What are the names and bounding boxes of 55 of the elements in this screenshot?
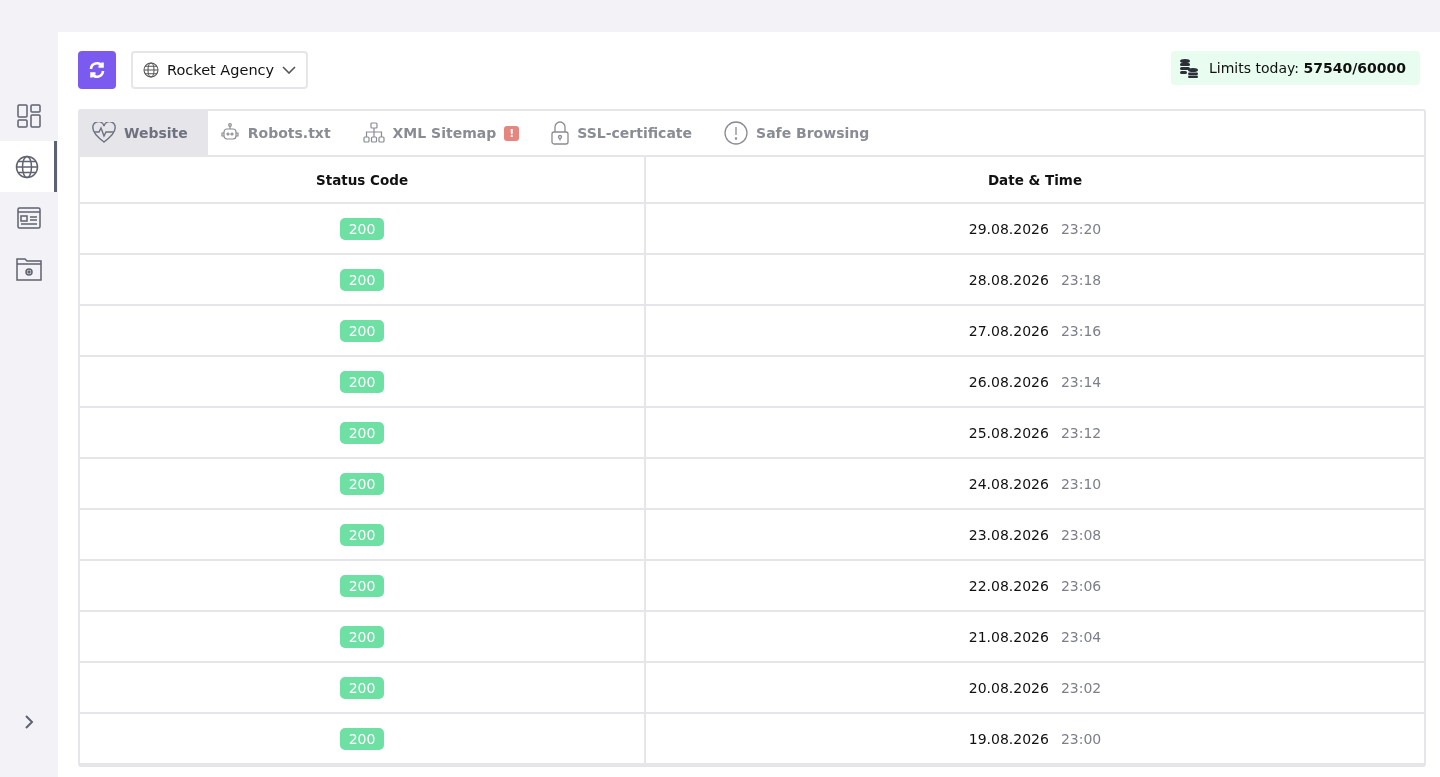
sitemap-icon <box>362 122 385 144</box>
date-text: 19.08.2026 <box>968 731 1049 747</box>
date-text: 24.08.2026 <box>968 476 1049 492</box>
alert-badge: ! <box>504 125 520 141</box>
time-text: 23:06 <box>1060 578 1102 594</box>
date-text: 28.08.2026 <box>968 272 1049 288</box>
status-badge: 200 <box>339 728 385 750</box>
time-text: 23:04 <box>1060 629 1102 645</box>
date-text: 27.08.2026 <box>968 323 1049 339</box>
status-badge: 200 <box>339 218 385 240</box>
refresh-icon <box>88 61 106 79</box>
status-badge: 200 <box>339 320 385 342</box>
exclamation-circle-icon <box>724 121 749 145</box>
time-text: 23:14 <box>1060 374 1102 390</box>
time-text: 23:18 <box>1060 272 1102 288</box>
chevron-right-icon <box>23 714 34 730</box>
status-badge: 200 <box>339 269 385 291</box>
date-text: 20.08.2026 <box>968 680 1049 696</box>
column-header: Status Code <box>80 157 645 203</box>
column-header: Date & Time <box>645 157 1424 203</box>
folder-gear-icon <box>15 256 42 281</box>
date-text: 29.08.2026 <box>968 221 1049 237</box>
status-badge: 200 <box>339 473 385 495</box>
project-dropdown[interactable]: Rocket Agency <box>131 51 309 89</box>
date-text: 21.08.2026 <box>968 629 1049 645</box>
status-badge: 200 <box>339 575 385 597</box>
robot-icon <box>219 123 240 143</box>
time-text: 23:00 <box>1060 731 1102 747</box>
time-text: 23:02 <box>1060 680 1102 696</box>
refresh-button[interactable] <box>78 51 116 89</box>
time-text: 23:10 <box>1060 476 1102 492</box>
lock-icon <box>551 121 570 145</box>
status-badge: 200 <box>339 422 385 444</box>
heart-pulse-icon <box>92 122 116 144</box>
date-text: 22.08.2026 <box>968 578 1049 594</box>
globe-icon <box>15 154 39 179</box>
tab[interactable]: Website <box>80 111 208 155</box>
time-text: 23:12 <box>1060 425 1102 441</box>
date-text: 25.08.2026 <box>968 425 1049 441</box>
status-badge: 200 <box>339 524 385 546</box>
limits-text: Limits today: 57540/60000 <box>1209 60 1406 76</box>
time-text: 23:08 <box>1060 527 1102 543</box>
status-badge: 200 <box>339 371 385 393</box>
time-text: 23:16 <box>1060 323 1102 339</box>
status-badge: 200 <box>339 626 385 648</box>
coins-icon <box>1179 58 1200 78</box>
date-text: 23.08.2026 <box>968 527 1049 543</box>
time-text: 23:20 <box>1060 221 1102 237</box>
id-card-icon <box>16 206 41 229</box>
sidebar-item[interactable] <box>0 141 57 192</box>
status-badge: 200 <box>339 677 385 699</box>
globe-icon <box>143 62 159 78</box>
chevron-down-icon <box>282 66 297 74</box>
dashboard-icon <box>16 103 41 128</box>
date-text: 26.08.2026 <box>968 374 1049 390</box>
